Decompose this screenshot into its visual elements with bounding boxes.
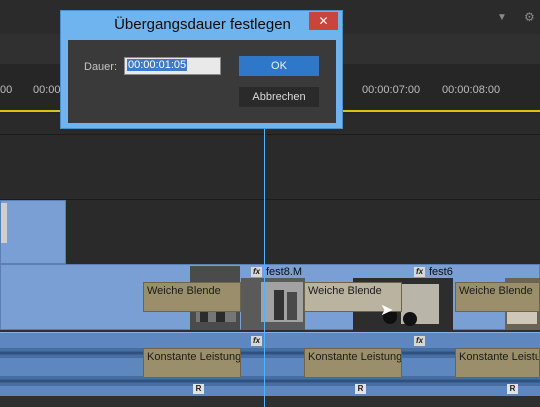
audio-transition-constant-power[interactable]: Konstante Leistung: [304, 348, 402, 378]
dialog-title: Übergangsdauer festlegen: [114, 16, 291, 33]
r-badge: R: [193, 384, 204, 394]
r-badge: R: [355, 384, 366, 394]
duration-input[interactable]: 00:00:01:05: [124, 57, 221, 75]
marker-icon[interactable]: ▼: [497, 12, 507, 23]
clip-title: fest6: [429, 266, 453, 278]
audio-track: fx fx Konstante Leistung Konstante Leist…: [0, 330, 540, 407]
dialog-body: Dauer: 00:00:01:05 OK Abbrechen: [68, 40, 336, 123]
upper-tracks: [0, 114, 540, 264]
timecode-label: 00:00: [33, 84, 61, 96]
duration-label: Dauer:: [84, 61, 118, 73]
clip-thumbnail: [241, 278, 305, 330]
timecode-label: 00:00:07:00: [362, 84, 421, 96]
clip-title: fest8.M: [266, 266, 303, 278]
fx-badge: fx: [251, 336, 262, 346]
dialog-titlebar[interactable]: Übergangsdauer festlegen ✕: [61, 11, 344, 39]
video-clip[interactable]: [0, 200, 66, 264]
audio-transition-constant-power[interactable]: Konstante Leistung: [455, 348, 540, 378]
transition-cross-dissolve[interactable]: Weiche Blende: [143, 282, 241, 312]
ok-button[interactable]: OK: [239, 56, 319, 76]
transition-duration-dialog: Übergangsdauer festlegen ✕ Dauer: 00:00:…: [60, 10, 343, 129]
fx-badge: fx: [251, 267, 262, 277]
clip-thumbnail: [1, 203, 7, 243]
mouse-cursor-icon: ➤: [380, 302, 394, 319]
duration-value: 00:00:01:05: [127, 59, 188, 71]
timecode-label: 00:00:08:00: [442, 84, 501, 96]
fx-badge: fx: [414, 267, 425, 277]
r-badge: R: [507, 384, 518, 394]
playhead[interactable]: [264, 110, 265, 407]
fx-badge: fx: [414, 336, 425, 346]
cancel-button[interactable]: Abbrechen: [239, 87, 319, 107]
settings-icon[interactable]: ⚙: [524, 10, 535, 24]
transition-cross-dissolve[interactable]: Weiche Blende: [455, 282, 540, 312]
close-button[interactable]: ✕: [309, 12, 338, 30]
timecode-label: 00: [0, 84, 13, 96]
video-track: fx fest8.M fx fest6 Weiche Blende Weiche…: [0, 264, 540, 330]
audio-transition-constant-power[interactable]: Konstante Leistung: [143, 348, 241, 378]
